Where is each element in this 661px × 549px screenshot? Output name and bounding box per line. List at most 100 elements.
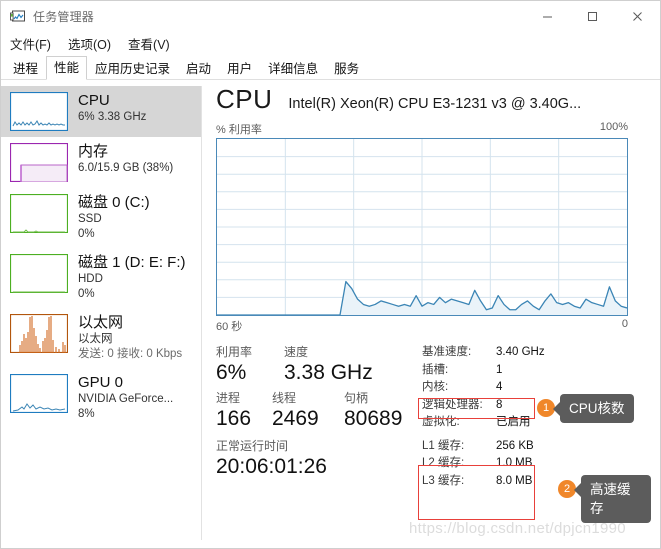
annotation-callout-cache: 高速缓存: [574, 475, 651, 523]
stats-row-2: 进程 166 线程 2469 句柄 80689: [216, 390, 416, 432]
detail-label: 内核:: [422, 381, 449, 393]
graph-time-labels: 60 秒 0: [216, 318, 628, 334]
stat-label: 进程: [216, 391, 241, 405]
detail-label: 虚拟化:: [422, 416, 460, 428]
sidebar-item-ethernet[interactable]: 以太网 以太网 发送: 0 接收: 0 Kbps: [1, 308, 201, 368]
sidebar-item-sub2: 8%: [78, 408, 95, 420]
tab-bar: 进程 性能 应用历史记录 启动 用户 详细信息 服务: [1, 55, 660, 80]
cpu-utilization-graph: [216, 138, 628, 316]
ethernet-thumbnail-icon: [10, 314, 68, 353]
maximize-button[interactable]: [570, 1, 615, 32]
detail-label: L1 缓存:: [422, 439, 465, 452]
memory-thumbnail-icon: [10, 143, 68, 182]
close-button[interactable]: [615, 1, 660, 32]
sidebar-item-memory[interactable]: 内存 6.0/15.9 GB (38%): [1, 137, 201, 188]
detail-label: L2 缓存:: [422, 457, 465, 469]
detail-row-l2-cache: L2 缓存: 1.0 MB: [422, 455, 660, 473]
detail-value: 4: [496, 381, 503, 393]
watermark: https://blog.csdn.net/dpjcn1990: [409, 520, 626, 537]
tab-app-history[interactable]: 应用历史记录: [87, 57, 178, 80]
detail-value: 8.0 MB: [496, 474, 533, 487]
stat-processes: 进程 166: [216, 390, 272, 432]
stat-label: 线程: [272, 391, 297, 405]
stat-value: 2469: [272, 407, 319, 430]
menu-item-file[interactable]: 文件(F): [10, 34, 51, 53]
sidebar-item-disk-0[interactable]: 磁盘 0 (C:) SSD 0%: [1, 188, 201, 248]
page-title: CPU: [216, 84, 273, 114]
detail-value: 256 KB: [496, 439, 534, 452]
sidebar-item-title: CPU: [78, 92, 110, 109]
tab-processes[interactable]: 进程: [5, 57, 46, 80]
disk-1-thumbnail-icon: [10, 254, 68, 293]
cpu-graph-canvas: [217, 139, 627, 315]
sidebar-item-sub2: 0%: [78, 228, 95, 240]
task-manager-window: 任务管理器 文件(F) 选项(O) 查看(V) 进程 性能 应用历史记录 启动 …: [0, 0, 661, 549]
window-title: 任务管理器: [33, 10, 95, 24]
sidebar-item-sub1: 6.0/15.9 GB (38%): [78, 162, 174, 174]
menu-item-options[interactable]: 选项(O): [68, 34, 111, 53]
sidebar-item-sub1: 以太网: [78, 333, 113, 345]
tab-users[interactable]: 用户: [219, 57, 260, 80]
stat-label: 利用率: [216, 345, 253, 359]
gpu-0-thumbnail-icon: [10, 374, 68, 413]
detail-value: 1.0 MB: [496, 457, 533, 469]
stats-row-3: 正常运行时间 20:06:01:26: [216, 438, 416, 480]
sidebar-item-sub1: HDD: [78, 273, 103, 285]
sidebar-item-gpu-0[interactable]: GPU 0 NVIDIA GeForce... 8%: [1, 368, 201, 428]
stats-row-1: 利用率 6% 速度 3.38 GHz: [216, 344, 416, 386]
tab-details[interactable]: 详细信息: [260, 57, 326, 80]
stat-value: 6%: [216, 361, 247, 384]
y-axis-max-label: 100%: [599, 121, 628, 133]
sidebar-item-title: GPU 0: [78, 374, 124, 391]
stat-value: 3.38 GHz: [284, 361, 373, 384]
cpu-header: CPU Intel(R) Xeon(R) CPU E3-1231 v3 @ 3.…: [216, 84, 660, 118]
sidebar-item-title: 内存: [78, 143, 109, 160]
disk-0-thumbnail-icon: [10, 194, 68, 233]
resource-sidebar: CPU 6% 3.38 GHz 内存 6.0/15.9 GB (38%) 磁盘 …: [1, 80, 201, 548]
tab-performance[interactable]: 性能: [46, 56, 88, 80]
stat-label: 句柄: [344, 391, 369, 405]
detail-row-l1-cache: L1 缓存: 256 KB: [422, 438, 660, 456]
detail-label: 逻辑处理器:: [422, 398, 483, 411]
task-manager-icon: [10, 9, 26, 25]
sidebar-item-title: 磁盘 0 (C:): [78, 194, 150, 211]
cpu-model-label: Intel(R) Xeon(R) CPU E3-1231 v3 @ 3.40G.…: [288, 96, 582, 112]
detail-row-sockets: 插槽: 1: [422, 362, 660, 380]
detail-row-base-speed: 基准速度: 3.40 GHz: [422, 344, 660, 362]
sidebar-item-sub1: 6% 3.38 GHz: [78, 111, 147, 123]
minimize-button[interactable]: [525, 1, 570, 32]
stat-handles: 句柄 80689: [344, 390, 402, 432]
sidebar-item-sub2: 发送: 0 接收: 0 Kbps: [78, 348, 183, 360]
detail-value: 已启用: [496, 416, 531, 428]
y-axis-label: % 利用率: [216, 124, 262, 136]
detail-label: L3 缓存:: [422, 474, 465, 487]
sidebar-item-sub2: 0%: [78, 288, 95, 300]
tab-services[interactable]: 服务: [326, 57, 367, 80]
annotation-callout-cpu-cores: CPU核数: [553, 394, 634, 423]
title-bar: 任务管理器: [1, 1, 660, 32]
stat-uptime: 正常运行时间 20:06:01:26: [216, 438, 327, 480]
stat-label: 速度: [284, 345, 309, 359]
cpu-thumbnail-icon: [10, 92, 68, 131]
content-area: CPU 6% 3.38 GHz 内存 6.0/15.9 GB (38%) 磁盘 …: [1, 80, 660, 548]
stat-speed: 速度 3.38 GHz: [284, 344, 373, 386]
sidebar-item-title: 以太网: [78, 314, 124, 331]
time-span-label: 60 秒: [216, 321, 243, 333]
graph-axis-labels: % 利用率 100%: [216, 121, 628, 137]
sidebar-item-cpu[interactable]: CPU 6% 3.38 GHz: [1, 86, 201, 137]
menu-bar: 文件(F) 选项(O) 查看(V): [1, 32, 660, 55]
sidebar-item-sub1: SSD: [78, 213, 102, 225]
sidebar-item-sub1: NVIDIA GeForce...: [78, 393, 174, 405]
tab-startup[interactable]: 启动: [178, 57, 219, 80]
sidebar-item-title: 磁盘 1 (D: E: F:): [78, 254, 186, 271]
detail-label: 基准速度:: [422, 346, 472, 358]
stat-threads: 线程 2469: [272, 390, 344, 432]
stat-value: 20:06:01:26: [216, 455, 327, 478]
menu-item-view[interactable]: 查看(V): [128, 34, 170, 53]
detail-value: 3.40 GHz: [496, 346, 545, 358]
stats-left-column: 利用率 6% 速度 3.38 GHz 进程 166 线程 2469 句柄 806…: [216, 344, 416, 490]
stat-value: 80689: [344, 407, 403, 430]
detail-value: 1: [496, 363, 503, 376]
sidebar-item-disk-1[interactable]: 磁盘 1 (D: E: F:) HDD 0%: [1, 248, 201, 308]
detail-value: 8: [496, 398, 503, 411]
